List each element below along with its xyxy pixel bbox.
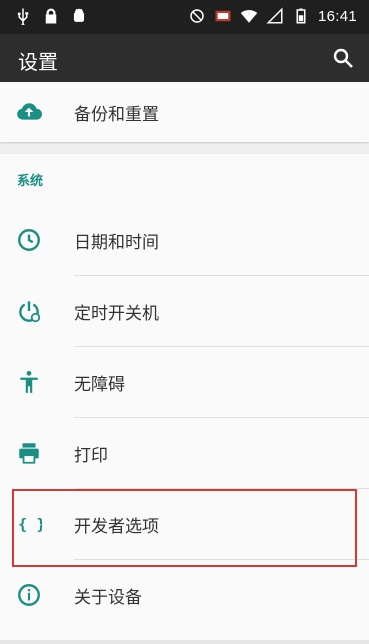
status-time: 16:41 <box>317 7 357 25</box>
do-not-disturb-icon <box>190 9 204 23</box>
settings-item-accessibility[interactable]: 无障碍 <box>0 347 369 418</box>
annotation-highlight-box <box>12 489 357 567</box>
settings-item-label: 打印 <box>74 446 108 466</box>
page-title: 设置 <box>18 50 58 74</box>
bottom-edge <box>0 640 369 644</box>
settings-item-label: 无障碍 <box>74 375 125 395</box>
status-bar: 16:41 <box>0 0 369 34</box>
cast-icon <box>215 10 231 22</box>
settings-item-label: 定时开关机 <box>74 304 159 324</box>
backup-card: 备份和重置 <box>0 82 369 142</box>
app-bar: 设置 <box>0 34 369 82</box>
info-icon <box>18 584 40 606</box>
accessibility-icon <box>20 370 38 393</box>
settings-item-label: 日期和时间 <box>74 233 159 253</box>
clock-icon <box>18 229 40 251</box>
lock-icon <box>45 8 57 24</box>
settings-item-about-device[interactable]: 关于设备 <box>0 560 369 631</box>
battery-icon <box>296 8 306 24</box>
signal-icon <box>266 7 283 24</box>
section-title-system: 系统 <box>17 174 44 189</box>
settings-item-label: 关于设备 <box>74 588 142 608</box>
settings-item-scheduled-power[interactable]: 定时开关机 <box>0 276 369 347</box>
printer-icon <box>19 443 39 464</box>
system-card: 系统 日期和时间 定时开关机 无障碍 打印 { } 开发者选项 关于设备 <box>0 154 369 640</box>
settings-item-backup-reset[interactable]: 备份和重置 <box>0 77 369 148</box>
power-schedule-icon <box>19 301 41 323</box>
settings-item-label: 备份和重置 <box>74 105 159 125</box>
settings-item-date-time[interactable]: 日期和时间 <box>0 205 369 276</box>
usb-icon <box>17 8 29 25</box>
android-icon <box>73 8 85 22</box>
cloud-upload-icon <box>17 103 42 120</box>
wifi-icon <box>240 9 258 23</box>
settings-item-print[interactable]: 打印 <box>0 418 369 489</box>
search-icon[interactable] <box>331 46 355 70</box>
